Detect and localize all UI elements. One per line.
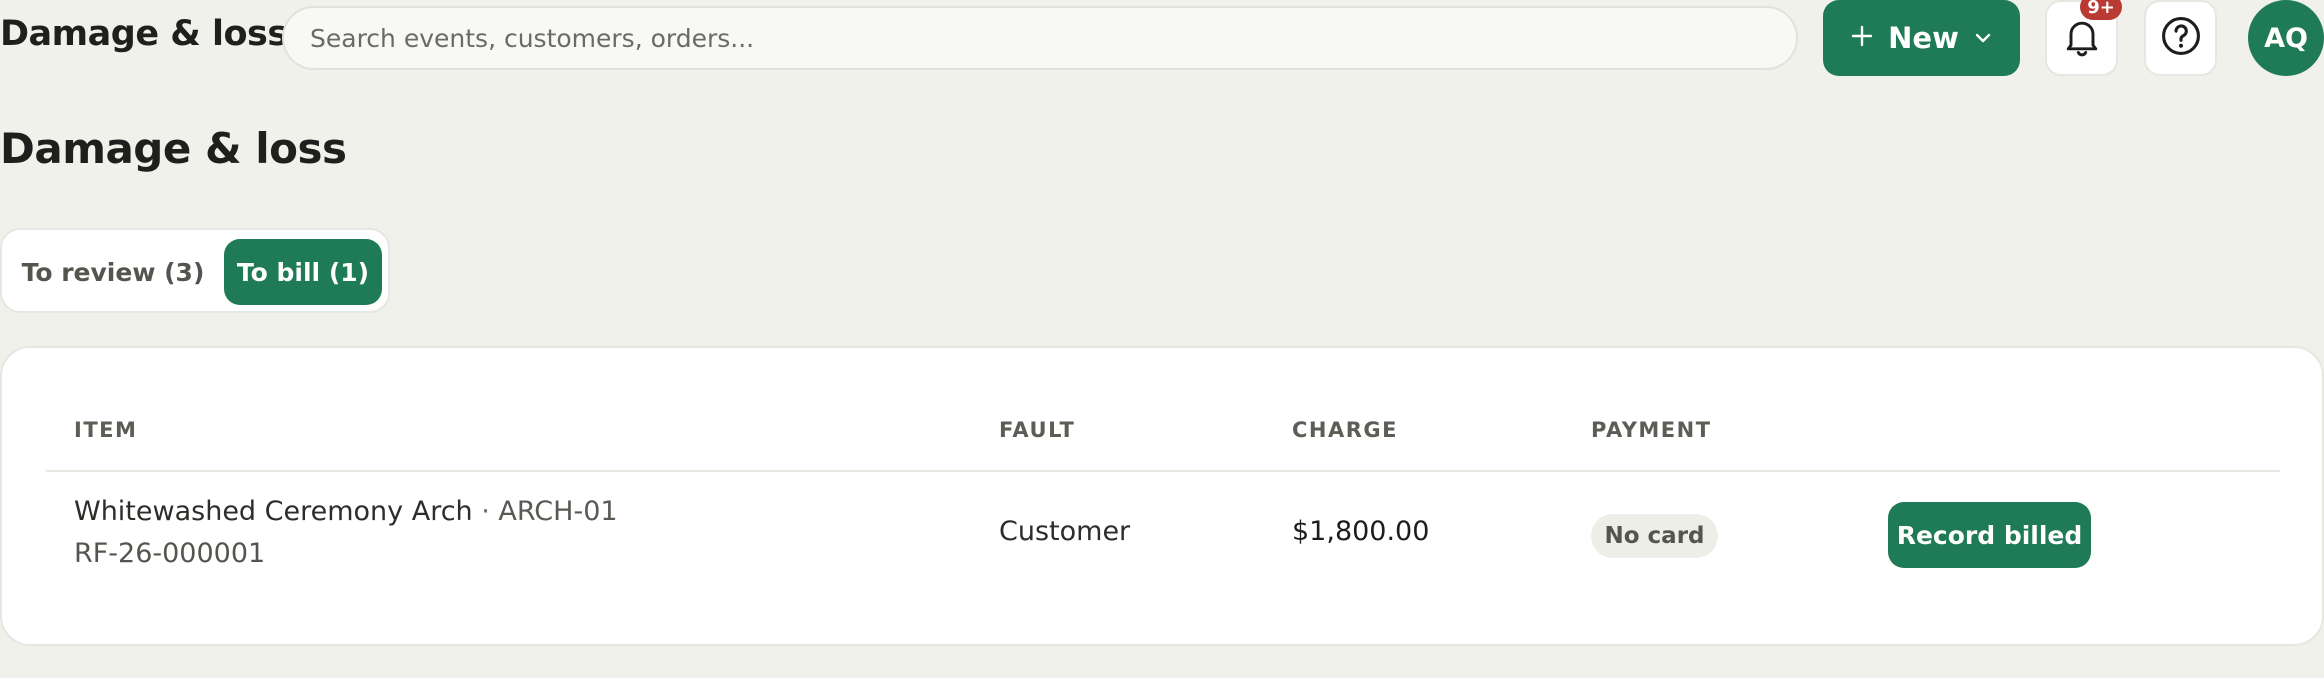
plus-icon [1850,21,1874,55]
help-circle-icon [2159,14,2203,62]
column-header-fault: FAULT [999,418,1076,442]
page-title: Damage & loss [0,124,347,173]
chevron-down-icon [1973,21,1993,55]
item-name: Whitewashed Ceremony Arch [74,496,473,527]
new-button-label: New [1888,21,1959,55]
bell-icon [2060,14,2104,62]
notifications-badge: 9+ [2080,0,2122,20]
top-bar: Damage & loss New 9+ AQ [0,0,2324,76]
app-title: Damage & loss [0,14,288,54]
help-button[interactable] [2144,0,2217,76]
tab-group: To review (3) To bill (1) [0,228,390,313]
user-avatar[interactable]: AQ [2248,0,2324,76]
column-header-item: ITEM [74,418,138,442]
item-name-line: Whitewashed Ceremony Arch · ARCH-01 [74,496,618,527]
column-header-charge: CHARGE [1292,418,1398,442]
header-divider [46,470,2280,472]
item-reference: RF-26-000001 [74,538,266,569]
search-bar[interactable] [282,6,1798,70]
record-billed-button[interactable]: Record billed [1888,502,2091,568]
charge-value: $1,800.00 [1292,516,1430,547]
tab-to-bill[interactable]: To bill (1) [224,239,382,305]
item-separator: · [472,496,499,527]
payment-status-badge: No card [1591,514,1718,558]
damage-table-card: ITEM FAULT CHARGE PAYMENT Whitewashed Ce… [0,346,2324,646]
new-button[interactable]: New [1823,0,2020,76]
tab-to-review[interactable]: To review (3) [12,239,214,305]
column-header-payment: PAYMENT [1591,418,1712,442]
search-input[interactable] [310,23,1796,53]
fault-value: Customer [999,516,1131,547]
item-code: ARCH-01 [498,496,618,527]
